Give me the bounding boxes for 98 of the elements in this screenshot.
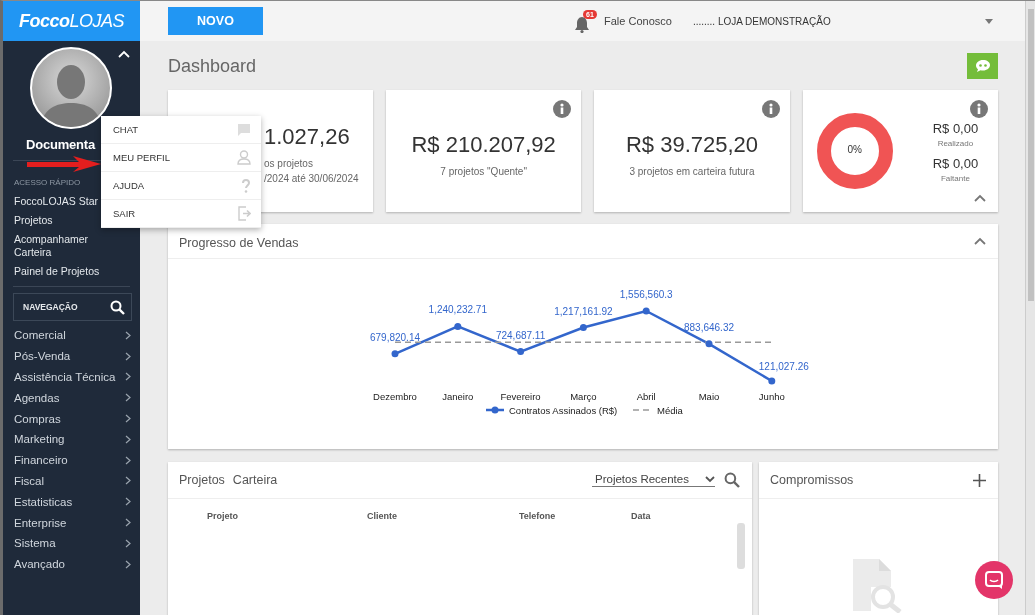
- menu-item[interactable]: SAIR: [101, 200, 261, 228]
- column-header: Cliente: [367, 511, 398, 521]
- column-header: Projeto: [207, 511, 239, 521]
- menu-item[interactable]: MEU PERFIL: [101, 144, 261, 172]
- person-icon: [237, 150, 251, 165]
- search-icon[interactable]: [724, 472, 740, 488]
- donut-ring-icon: [816, 113, 893, 189]
- quick-link[interactable]: Projetos: [14, 211, 53, 230]
- data-point[interactable]: [579, 324, 587, 332]
- speech-bubble-icon: [974, 59, 991, 73]
- chevron-right-icon: [125, 559, 131, 569]
- quick-link[interactable]: Painel de Projetos: [14, 262, 100, 281]
- nav-item[interactable]: Agendas: [3, 387, 140, 409]
- page-title: Dashboard: [168, 55, 257, 77]
- user-name: Documenta: [26, 137, 95, 154]
- help-icon: [241, 178, 251, 193]
- caret-icon: [984, 18, 993, 24]
- section-label: ACESSO RÁPIDO: [14, 178, 81, 187]
- chat-bubble-button[interactable]: [975, 561, 1013, 599]
- chevron-right-icon: [125, 393, 131, 403]
- axis-label: Março: [570, 391, 597, 402]
- data-point[interactable]: [517, 348, 525, 356]
- axis-label: Abril: [636, 391, 656, 402]
- nav-item[interactable]: Compras: [3, 408, 140, 429]
- data-label: 1,240,232.71: [428, 304, 487, 316]
- amount-label: Realizado: [937, 139, 974, 148]
- legend-label: Contratos Assinados (R$): [509, 405, 618, 416]
- amount-value: R$ 0,00: [932, 121, 979, 136]
- chat-icon: [237, 123, 251, 136]
- nav-item[interactable]: Pós-Venda: [3, 345, 140, 367]
- data-label: 724,687.11: [495, 329, 546, 341]
- exit-icon: [238, 206, 251, 221]
- menu-item[interactable]: AJUDA: [101, 172, 261, 200]
- panel-title: Progresso de Vendas: [179, 236, 299, 250]
- info-icon[interactable]: [553, 100, 572, 118]
- legend-label: Média: [657, 405, 683, 416]
- bell-icon[interactable]: [574, 16, 590, 33]
- amount-label: Faltante: [940, 174, 970, 183]
- data-label: 679,820.14: [369, 331, 421, 343]
- percent-label: 0%: [846, 144, 863, 155]
- panel-tab[interactable]: Projetos: [179, 473, 225, 487]
- info-icon[interactable]: [761, 100, 780, 118]
- card-caption: os projetos: [264, 157, 313, 171]
- nav-item[interactable]: Comercial: [3, 325, 140, 346]
- plus-icon[interactable]: [973, 473, 986, 487]
- data-point[interactable]: [705, 340, 713, 348]
- search-field[interactable]: NAVEGAÇÃO: [21, 301, 110, 313]
- chevron-right-icon: [125, 455, 131, 465]
- axis-label: Dezembro: [373, 391, 417, 402]
- data-label: 121,027.26: [758, 361, 809, 372]
- column-header: Telefone: [519, 511, 557, 521]
- filter-dropdown[interactable]: Projetos Recentes: [592, 473, 715, 487]
- chevron-right-icon: [125, 497, 131, 507]
- message-icon: [985, 571, 1003, 589]
- search-box[interactable]: NAVEGAÇÃO: [13, 293, 132, 321]
- nav-item[interactable]: Enterprise: [3, 512, 140, 533]
- column-header: Data: [631, 511, 652, 521]
- nav-item[interactable]: Estatisticas: [3, 491, 140, 513]
- search-icon: [110, 299, 125, 315]
- data-label: 1,217,161.92: [554, 305, 613, 317]
- axis-label: Fevereiro: [500, 391, 541, 402]
- nav-item[interactable]: Marketing: [3, 429, 140, 450]
- data-label: 883,646.32: [683, 321, 735, 333]
- data-label: 1,556,560.3: [619, 289, 673, 300]
- info-icon[interactable]: [970, 100, 988, 118]
- panel-tab[interactable]: Carteira: [232, 473, 278, 487]
- card-caption: /2024 até 30/06/2024: [264, 172, 359, 186]
- nav-item[interactable]: Sistema: [3, 532, 140, 554]
- chevron-up-icon: [974, 237, 986, 245]
- nav-item[interactable]: Financeiro: [3, 449, 140, 471]
- amount-value: R$ 210.207,92: [411, 131, 556, 158]
- amount-value: 1.027,26: [264, 124, 350, 150]
- data-point[interactable]: [768, 377, 776, 385]
- axis-label: Janeiro: [442, 391, 474, 402]
- store-selector[interactable]: ........ LOJA DEMONSTRAÇÃO: [692, 9, 993, 33]
- nav-item[interactable]: Assistência Técnica: [3, 366, 140, 388]
- nav-item[interactable]: Fiscal: [3, 470, 140, 492]
- amount-value: R$ 0,00: [932, 156, 979, 171]
- legend-swatch: [486, 406, 504, 414]
- chevron-right-icon: [125, 372, 131, 382]
- axis-label: Junho: [758, 391, 785, 402]
- panel-title: Compromissos: [770, 473, 854, 487]
- card-caption: 7 projetos "Quente": [440, 164, 527, 179]
- chevron-right-icon: [125, 476, 131, 486]
- data-point[interactable]: [642, 307, 650, 315]
- card-caption: 3 projetos em carteira futura: [629, 164, 755, 179]
- menu-item[interactable]: CHAT: [101, 116, 261, 144]
- amount-value: R$ 39.725,20: [625, 131, 759, 158]
- data-point[interactable]: [454, 322, 462, 330]
- chevron-right-icon: [125, 351, 131, 361]
- chevron-right-icon: [125, 330, 131, 340]
- chevron-down-icon: [705, 475, 715, 483]
- quick-link[interactable]: Acompanhamer Carteira: [14, 233, 108, 259]
- contact-link[interactable]: Fale Conosco: [604, 15, 672, 27]
- nav-item[interactable]: Avançado: [3, 553, 140, 575]
- axis-label: Maio: [698, 391, 720, 402]
- quick-link[interactable]: FoccoLOJAS Star: [14, 192, 99, 211]
- data-point[interactable]: [391, 350, 399, 358]
